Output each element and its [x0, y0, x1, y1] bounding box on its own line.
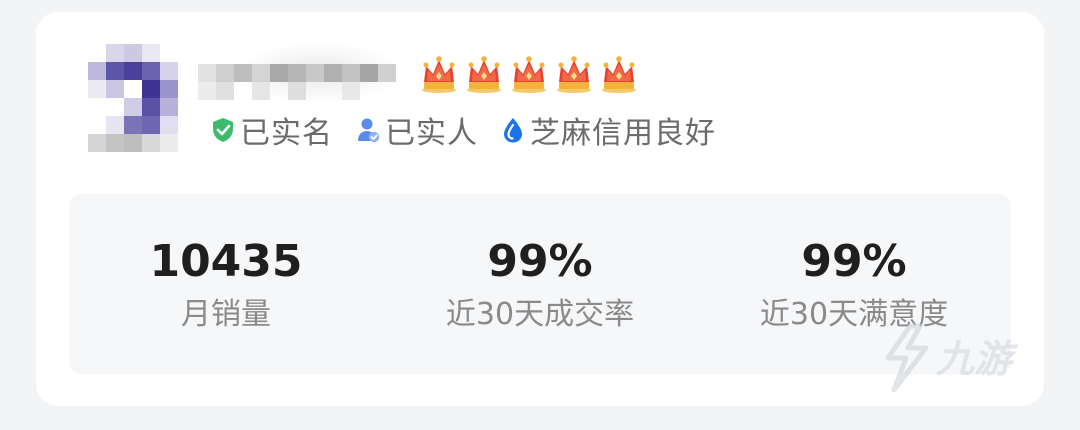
username-blurred — [198, 42, 410, 104]
sesame-drop-icon — [504, 118, 522, 143]
avatar[interactable] — [88, 44, 208, 164]
stat-label: 月销量 — [181, 297, 271, 332]
person-verified-icon — [358, 118, 380, 143]
badge-label: 已实名 — [240, 116, 333, 151]
stat-value: 99% — [801, 236, 907, 287]
crown-icon — [467, 56, 501, 93]
watermark-text: 九游 — [936, 337, 1013, 381]
crown-icon — [602, 56, 636, 93]
badge-real-name: 已实名 — [210, 108, 333, 152]
badge-real-person: 已实人 — [355, 108, 478, 152]
stat-label: 近30天成交率 — [445, 297, 635, 332]
stat-value: 10435 — [149, 236, 303, 287]
crown-icon — [557, 56, 591, 93]
9game-logo-icon — [885, 323, 929, 393]
stats-panel: 10435 月销量 99% 近30天成交率 99% 近30天满意度 — [69, 194, 1011, 374]
watermark: 九游 — [880, 318, 1060, 408]
stat-completion-rate: 99% 近30天成交率 — [383, 194, 697, 374]
stat-value: 99% — [487, 236, 593, 287]
crown-icon — [422, 56, 456, 93]
seller-level-crowns — [419, 54, 639, 100]
badge-label: 芝麻信用良好 — [530, 116, 716, 151]
shield-check-icon — [213, 118, 233, 142]
crown-icon — [512, 56, 546, 93]
badge-label: 已实人 — [385, 116, 478, 151]
badge-sesame-credit: 芝麻信用良好 — [500, 108, 716, 152]
verification-badges: 已实名 已实人 芝麻信用良好 — [210, 108, 738, 152]
stat-monthly-sales: 10435 月销量 — [69, 194, 383, 374]
